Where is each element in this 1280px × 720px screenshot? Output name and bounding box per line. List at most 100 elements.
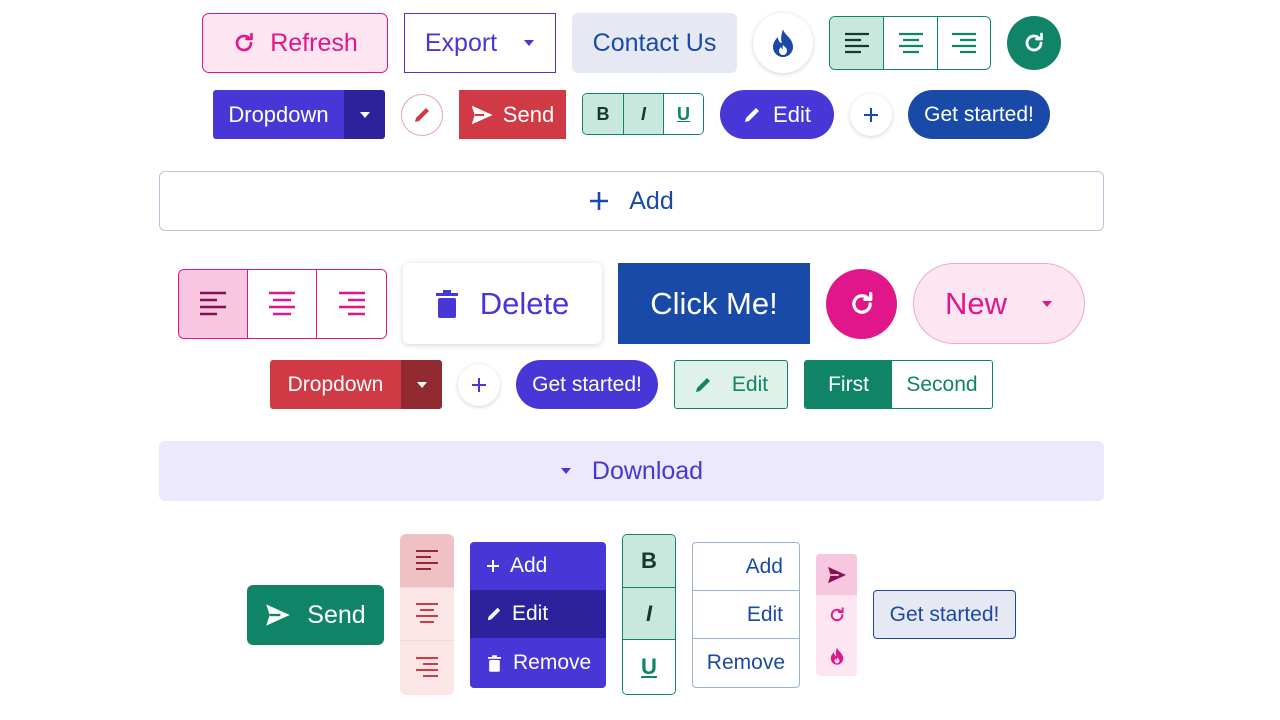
fire-button[interactable] <box>753 13 813 73</box>
align-left-icon <box>199 291 227 317</box>
underline-button[interactable]: U <box>623 640 675 694</box>
refresh-circle-button[interactable] <box>1007 16 1061 70</box>
align-right-icon <box>951 32 977 54</box>
download-wide-button[interactable]: Download <box>159 441 1104 501</box>
italic-label: I <box>645 600 653 626</box>
add-label: Add <box>629 186 674 215</box>
align-right-icon <box>338 291 366 317</box>
refresh-circle-button[interactable] <box>826 269 897 339</box>
align-center-button[interactable] <box>884 17 938 69</box>
align-left-button[interactable] <box>179 270 248 338</box>
menu-item-add[interactable]: Add <box>470 542 606 590</box>
edit-pill-button[interactable]: Edit <box>720 90 834 139</box>
trash-icon <box>488 654 501 672</box>
caret-down-icon <box>1041 300 1053 308</box>
list-item-remove[interactable]: Remove <box>693 639 799 687</box>
italic-label: I <box>640 103 646 124</box>
caret-down-icon <box>416 381 427 388</box>
first-option[interactable]: First <box>805 361 892 408</box>
dropdown-split-button-red: Dropdown <box>270 360 442 409</box>
fire-icon <box>770 28 796 58</box>
get-started-button[interactable]: Get started! <box>873 590 1016 639</box>
align-center-button[interactable] <box>400 588 454 641</box>
edit-label: Edit <box>773 101 811 127</box>
align-left-icon <box>415 549 439 573</box>
vertical-align-group-red <box>400 534 454 695</box>
send-button[interactable]: Send <box>459 90 566 139</box>
contact-us-button[interactable]: Contact Us <box>572 13 737 73</box>
list-item-add-label: Add <box>745 554 783 578</box>
first-label: First <box>828 372 869 396</box>
caret-down-icon <box>523 39 535 47</box>
pencil-circle-button[interactable] <box>401 94 443 136</box>
get-started-button[interactable]: Get started! <box>908 90 1050 139</box>
send-label: Send <box>307 600 366 629</box>
align-right-button[interactable] <box>400 641 454 695</box>
align-left-button[interactable] <box>830 17 884 69</box>
list-item-add[interactable]: Add <box>693 543 799 591</box>
get-started-label: Get started! <box>532 372 642 396</box>
refresh-button[interactable]: Refresh <box>202 13 388 73</box>
italic-button[interactable]: I <box>623 588 675 640</box>
align-right-button[interactable] <box>317 270 386 338</box>
dropdown-main-button[interactable]: Dropdown <box>270 360 401 409</box>
plus-icon <box>471 377 487 393</box>
italic-button[interactable]: I <box>624 94 664 134</box>
new-dropdown-button[interactable]: New <box>913 263 1085 344</box>
plus-icon <box>863 107 879 123</box>
dropdown-label: Dropdown <box>228 101 329 127</box>
get-started-button[interactable]: Get started! <box>516 360 658 409</box>
menu-item-edit[interactable]: Edit <box>470 590 606 638</box>
send-icon <box>265 603 291 627</box>
dropdown-toggle-button[interactable] <box>344 90 385 139</box>
dropdown-main-button[interactable]: Dropdown <box>213 90 344 139</box>
align-center-icon <box>898 32 924 54</box>
edit-label: Edit <box>731 372 769 396</box>
refresh-option[interactable] <box>816 595 857 635</box>
pencil-icon <box>694 376 712 394</box>
align-center-button[interactable] <box>248 270 317 338</box>
plus-icon <box>486 559 500 573</box>
align-right-button[interactable] <box>938 17 990 69</box>
add-circle-button[interactable] <box>850 94 892 136</box>
send-icon <box>471 105 493 125</box>
plus-icon <box>589 191 609 211</box>
edit-button[interactable]: Edit <box>674 360 788 409</box>
trash-icon <box>435 289 458 318</box>
bold-button[interactable]: B <box>623 535 675 588</box>
send-icon <box>827 566 847 584</box>
pencil-icon <box>743 106 761 124</box>
delete-label: Delete <box>479 285 570 321</box>
align-center-icon <box>268 291 296 317</box>
align-left-button[interactable] <box>400 534 454 588</box>
add-circle-button[interactable] <box>458 364 500 406</box>
add-wide-button[interactable]: Add <box>159 171 1104 231</box>
export-dropdown-button[interactable]: Export <box>404 13 556 73</box>
dropdown-label: Dropdown <box>287 372 384 396</box>
send-button[interactable]: Send <box>247 585 384 645</box>
list-item-edit[interactable]: Edit <box>693 591 799 639</box>
second-label: Second <box>906 372 978 396</box>
new-label: New <box>944 285 1007 321</box>
click-me-button[interactable]: Click Me! <box>618 263 810 344</box>
vertical-format-group-green: B I U <box>622 534 676 695</box>
action-list-outline: Add Edit Remove <box>692 542 800 688</box>
bold-button[interactable]: B <box>583 94 624 134</box>
menu-item-remove[interactable]: Remove <box>470 638 606 688</box>
refresh-label: Refresh <box>270 28 358 57</box>
second-option[interactable]: Second <box>892 361 992 408</box>
fire-icon <box>829 646 845 666</box>
fire-option[interactable] <box>816 635 857 676</box>
bold-label: B <box>596 103 610 124</box>
underline-button[interactable]: U <box>664 94 703 134</box>
send-option[interactable] <box>816 554 857 595</box>
action-menu-indigo: Add Edit Remove <box>470 542 606 688</box>
dropdown-toggle-button[interactable] <box>401 360 442 409</box>
contact-us-label: Contact Us <box>592 28 717 57</box>
menu-item-add-label: Add <box>510 554 548 577</box>
caret-down-icon <box>359 111 370 118</box>
delete-button[interactable]: Delete <box>403 263 602 344</box>
click-me-label: Click Me! <box>650 285 778 321</box>
export-label: Export <box>424 28 498 57</box>
refresh-icon <box>828 606 846 624</box>
